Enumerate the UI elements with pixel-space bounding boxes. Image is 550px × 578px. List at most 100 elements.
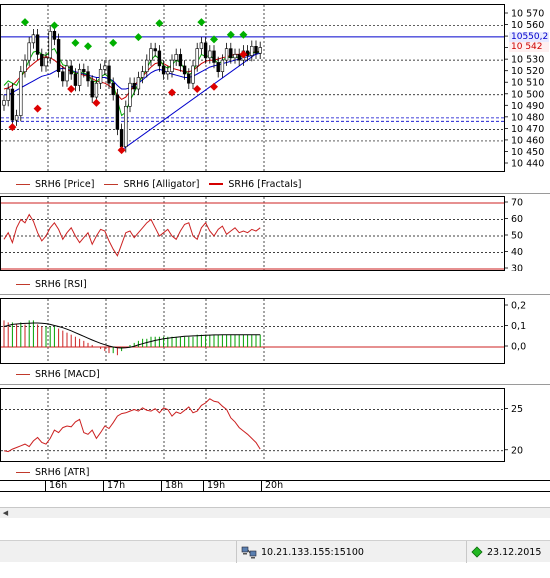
axis-tick-label: 10 570: [511, 9, 544, 20]
legend-swatch: [16, 373, 30, 375]
legend-item-fractals[interactable]: SRH6 [Fractals]: [209, 179, 302, 190]
time-label-18h: 18h: [161, 481, 183, 491]
status-bar: 10.21.133.155:15100 23.12.2015: [0, 540, 550, 563]
candle-body: [19, 71, 23, 116]
candle-body: [73, 73, 78, 86]
panel-divider[interactable]: [0, 193, 550, 194]
status-date: 23.12.2015: [487, 546, 542, 558]
candle-body: [195, 48, 199, 67]
axis-tick-label: 10 480: [511, 112, 544, 123]
fractal-up-marker: [239, 30, 248, 39]
connection-status[interactable]: 10.21.133.155:15100: [236, 541, 466, 563]
price-chart[interactable]: [1, 5, 504, 171]
candle-body: [77, 69, 82, 86]
axis-tick-label: 10 490: [511, 101, 544, 112]
axis-tick-label: 40: [511, 247, 523, 258]
candle-body: [229, 48, 233, 59]
legend-label-price: SRH6 [Price]: [35, 178, 95, 190]
axis-tick-label: 10 470: [511, 124, 544, 135]
time-label-text: 18h: [165, 480, 184, 491]
candle-body: [10, 88, 15, 121]
candle-body: [35, 34, 40, 55]
candle-body: [115, 94, 120, 130]
atr-legend: SRH6 [ATR]: [0, 464, 89, 480]
candle-body: [44, 57, 48, 67]
green-diamond-icon: [471, 546, 483, 558]
candle-body: [140, 71, 145, 78]
connection-address: 10.21.133.155:15100: [261, 546, 364, 558]
axis-tick-label: 20: [511, 445, 523, 456]
axis-tick-label: 60: [511, 214, 523, 225]
panel-divider[interactable]: [0, 384, 550, 385]
fractal-down-marker: [8, 123, 17, 132]
axis-tick-label: 70: [511, 198, 523, 209]
last-price-tag: 10550,2: [509, 32, 549, 42]
fractal-down-marker: [33, 104, 42, 113]
candle-body: [187, 73, 191, 84]
candle-body: [23, 59, 27, 72]
fractal-down-marker: [193, 85, 202, 93]
legend-swatch: [16, 283, 30, 285]
candle-body: [128, 82, 132, 107]
candle-body: [14, 115, 19, 121]
time-label-text: 19h: [207, 480, 226, 491]
legend-label-macd: SRH6 [MACD]: [35, 368, 100, 380]
axis-tick-label: 50: [511, 231, 523, 242]
macd-y-axis-labels: 0,2 0,1 0,0: [505, 301, 526, 353]
axis-tick-label: 25: [511, 404, 523, 415]
fractal-down-marker: [67, 85, 76, 93]
macd-plot[interactable]: [0, 298, 505, 364]
macd-chart[interactable]: [1, 299, 504, 363]
candle-body: [199, 42, 204, 49]
candle-body: [153, 48, 157, 52]
panel-divider[interactable]: [0, 294, 550, 295]
fractal-down-marker: [168, 88, 176, 97]
price-plot[interactable]: [0, 4, 505, 172]
legend-swatch: [16, 471, 30, 473]
candle-body: [119, 129, 124, 147]
candle-body: [6, 88, 10, 101]
fractal-up-marker: [71, 38, 80, 47]
legend-label-rsi: SRH6 [RSI]: [35, 278, 87, 290]
fractal-up-marker: [155, 19, 164, 28]
legend-label-alligator: SRH6 [Alligator]: [123, 178, 200, 190]
time-label-19h: 19h: [203, 481, 225, 491]
legend-item-price[interactable]: SRH6 [Price]: [16, 179, 94, 190]
candle-body: [48, 31, 52, 59]
candle-body: [27, 42, 31, 61]
legend-item-macd[interactable]: SRH6 [MACD]: [16, 369, 100, 380]
fractal-up-marker: [226, 30, 235, 39]
time-axis: 16h 17h 18h 19h 20h: [0, 480, 550, 492]
atr-plot[interactable]: [0, 388, 505, 462]
bid-price-tag: 10 542: [509, 42, 549, 52]
candle-body: [52, 31, 57, 40]
candle-body: [65, 65, 69, 82]
fractal-up-marker: [21, 18, 29, 27]
candle-body: [69, 65, 73, 75]
candle-body: [94, 82, 99, 98]
price-y-axis: 10 57010 56010 55010 54010 53010 52010 5…: [505, 4, 550, 172]
candle-body: [182, 65, 187, 75]
scroll-left-arrow-icon[interactable]: ◀: [0, 508, 11, 518]
axis-tick-label: 10 460: [511, 135, 544, 146]
candle-body: [145, 59, 149, 72]
legend-item-atr[interactable]: SRH6 [ATR]: [16, 467, 89, 478]
rsi-chart[interactable]: [1, 197, 504, 270]
candle-body: [203, 42, 208, 59]
legend-item-rsi[interactable]: SRH6 [RSI]: [16, 279, 87, 290]
candle-body: [220, 59, 225, 72]
candle-body: [111, 82, 115, 96]
candle-body: [174, 54, 178, 61]
fractal-up-marker: [50, 21, 59, 30]
rsi-plot[interactable]: [0, 196, 505, 271]
axis-tick-label: 10 510: [511, 78, 544, 89]
time-label-16h: 16h: [45, 481, 67, 491]
legend-swatch: [104, 183, 119, 185]
macd-legend: SRH6 [MACD]: [0, 366, 100, 382]
atr-chart[interactable]: [1, 389, 504, 461]
legend-item-alligator[interactable]: SRH6 [Alligator]: [104, 179, 199, 190]
horizontal-scrollbar[interactable]: ◀: [0, 507, 550, 518]
axis-tick-label: 10 450: [511, 147, 544, 158]
macd-y-axis: 0,2 0,1 0,0: [505, 298, 550, 364]
axis-tick-label: 0,1: [511, 321, 526, 332]
